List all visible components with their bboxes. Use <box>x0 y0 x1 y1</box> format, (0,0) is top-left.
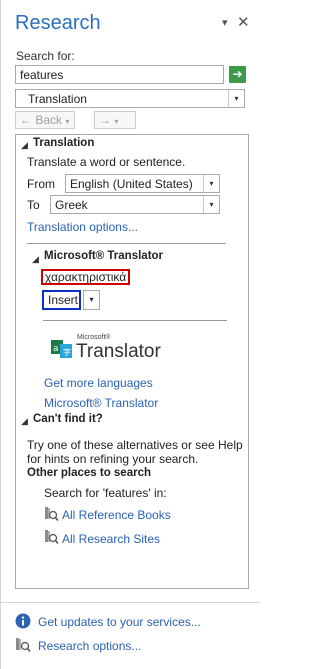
insert-label: Insert <box>48 293 79 307</box>
pane-options-dropdown-icon[interactable]: ▾ <box>222 16 228 29</box>
chevron-down-icon: ▾ <box>89 295 94 304</box>
svg-text:a: a <box>53 344 59 354</box>
all-research-sites-link[interactable]: All Research Sites <box>62 532 160 546</box>
chevron-down-icon: ▾ <box>203 196 219 213</box>
start-searching-button[interactable]: ➔ <box>229 66 246 83</box>
footer-divider <box>1 602 260 603</box>
to-label: To <box>27 198 40 212</box>
collapse-cant-find-icon[interactable]: ◢ <box>21 416 28 427</box>
cant-find-text-line-2: for hints on refining your search. <box>27 452 199 466</box>
chevron-down-icon: ▾ <box>203 175 219 192</box>
research-source-select[interactable]: Translation ▾ <box>15 89 245 108</box>
ms-translator-header[interactable]: Microsoft® Translator <box>44 250 163 262</box>
ms-translator-link[interactable]: Microsoft® Translator <box>44 396 158 410</box>
info-icon <box>15 613 31 629</box>
svg-text:字: 字 <box>63 347 71 357</box>
search-input[interactable] <box>15 65 224 84</box>
chevron-down-icon: ▾ <box>228 90 244 107</box>
cant-find-text-line-1: Try one of these alternatives or see Hel… <box>27 438 243 452</box>
get-more-languages-link[interactable]: Get more languages <box>44 376 153 390</box>
research-sites-icon <box>44 529 59 545</box>
translator-logo-icon: a 字 <box>51 338 73 360</box>
collapse-translation-icon[interactable]: ◢ <box>21 140 28 151</box>
back-button[interactable]: ← Back ▾ <box>15 111 75 129</box>
from-language-value: English (United States) <box>70 177 193 191</box>
chevron-down-icon: ▾ <box>114 117 119 126</box>
translation-description: Translate a word or sentence. <box>27 155 186 169</box>
get-updates-link[interactable]: Get updates to your services... <box>38 615 201 629</box>
forward-arrow-icon: → <box>99 113 111 127</box>
divider <box>27 243 226 244</box>
forward-button[interactable]: → ▾ <box>94 111 136 129</box>
close-icon[interactable]: ✕ <box>237 13 250 31</box>
search-for-in-label: Search for 'features' in: <box>44 486 167 500</box>
insert-options-dropdown[interactable]: ▾ <box>83 290 100 310</box>
to-language-select[interactable]: Greek ▾ <box>50 195 220 214</box>
collapse-ms-translator-icon[interactable]: ◢ <box>32 254 39 265</box>
to-language-value: Greek <box>55 198 88 212</box>
other-places-header: Other places to search <box>27 467 151 479</box>
translator-logo-company: Microsoft® <box>77 334 111 341</box>
pane-title: Research <box>15 12 101 34</box>
from-language-select[interactable]: English (United States) ▾ <box>65 174 220 193</box>
reference-books-icon <box>44 506 59 522</box>
back-label: Back <box>35 113 63 127</box>
research-source-value: Translation <box>28 92 87 106</box>
research-pane: Research ▾ ✕ Search for: ➔ Translation ▾… <box>0 0 260 669</box>
research-options-icon <box>15 637 31 653</box>
chevron-down-icon: ▾ <box>65 117 70 126</box>
all-reference-books-link[interactable]: All Reference Books <box>62 508 171 522</box>
search-for-label: Search for: <box>16 49 75 63</box>
back-arrow-icon: ← <box>20 113 32 127</box>
research-options-link[interactable]: Research options... <box>38 639 141 653</box>
from-label: From <box>27 177 55 191</box>
translated-text: χαρακτηριστικά <box>41 269 131 285</box>
insert-button[interactable]: Insert <box>42 290 81 310</box>
cant-find-header[interactable]: Can't find it? <box>33 413 103 425</box>
divider <box>43 320 227 321</box>
translator-logo-wordmark: Translator <box>76 341 161 362</box>
translation-options-link[interactable]: Translation options... <box>27 220 138 234</box>
translation-section-header[interactable]: Translation <box>33 137 94 149</box>
